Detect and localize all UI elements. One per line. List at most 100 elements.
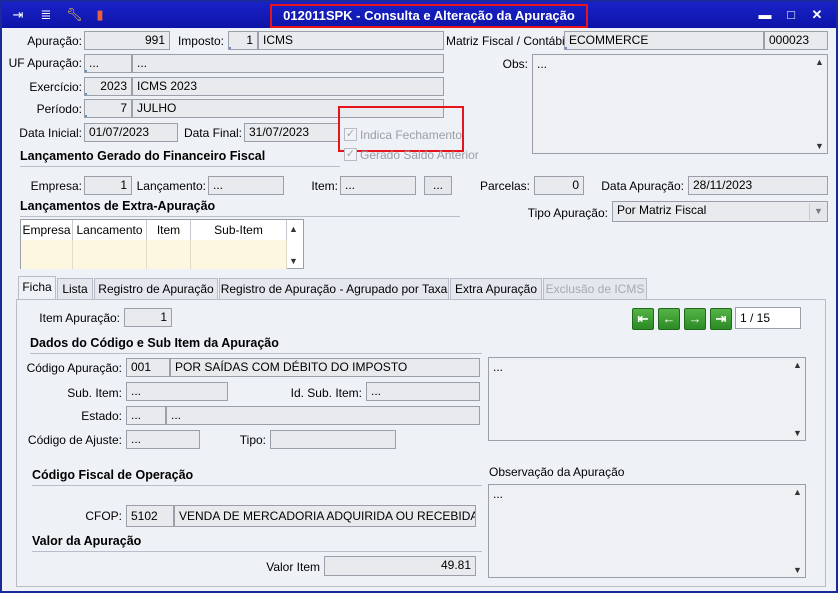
valor-section-title: Valor da Apuração: [32, 534, 142, 548]
uf-code-field[interactable]: ...: [84, 54, 132, 73]
codigo-ajuste-label: Código de Ajuste:: [27, 433, 122, 447]
periodo-code-field[interactable]: 7: [84, 99, 132, 118]
uf-label: UF Apuração:: [8, 56, 82, 70]
item-label: Item:: [311, 179, 338, 193]
lancamento-field[interactable]: ...: [208, 176, 284, 195]
tipo-apuracao-select[interactable]: Por Matriz Fiscal ▼: [612, 201, 828, 222]
data-inicial-label: Data Inicial:: [19, 126, 82, 140]
matriz-name-field[interactable]: ECOMMERCE: [564, 31, 764, 50]
last-record-icon[interactable]: ⇥: [710, 308, 732, 330]
title-bar: ⇥ ≣ 🔧︎ ▮ 012011SPK - Consulta e Alteraçã…: [2, 2, 836, 28]
cfop-desc-field[interactable]: VENDA DE MERCADORIA ADQUIRIDA OU RECEBID…: [174, 505, 476, 527]
estado-code-field[interactable]: ...: [126, 406, 166, 425]
grid-header-subitem[interactable]: Sub-Item: [191, 220, 287, 240]
estado-name-field[interactable]: ...: [166, 406, 480, 425]
id-sub-item-field[interactable]: ...: [366, 382, 480, 401]
window-title: 012011SPK - Consulta e Alteração da Apur…: [270, 4, 588, 28]
estado-label: Estado:: [81, 409, 122, 423]
gerado-saldo-checkbox[interactable]: ✓: [344, 148, 357, 161]
data-final-label: Data Final:: [183, 126, 242, 140]
extra-grid[interactable]: Empresa Lancamento Item Sub-Item ▲ ▼: [20, 219, 304, 269]
next-record-icon[interactable]: →: [684, 308, 706, 330]
sub-item-label: Sub. Item:: [67, 386, 122, 400]
tab-extra-apuracao[interactable]: Extra Apuração: [450, 278, 542, 300]
codigo-apuracao-field[interactable]: 001: [126, 358, 170, 377]
codigo-desc-field[interactable]: POR SAÍDAS COM DÉBITO DO IMPOSTO: [170, 358, 480, 377]
close-button[interactable]: ✕: [808, 7, 826, 23]
obs-scrollbar[interactable]: ▲ ▼: [813, 55, 827, 153]
empresa-label: Empresa:: [30, 179, 82, 193]
main-window: ⇥ ≣ 🔧︎ ▮ 012011SPK - Consulta e Alteraçã…: [0, 0, 838, 593]
previous-record-icon[interactable]: ←: [658, 308, 680, 330]
data-final-field[interactable]: 31/07/2023: [244, 123, 340, 142]
cfop-code-field[interactable]: 5102: [126, 505, 174, 527]
tab-lista[interactable]: Lista: [57, 278, 93, 300]
first-record-icon[interactable]: ⇤: [632, 308, 654, 330]
parcelas-label: Parcelas:: [479, 179, 530, 193]
imposto-code-field[interactable]: 1: [228, 31, 258, 50]
valor-item-field[interactable]: 49.81: [324, 556, 476, 576]
matriz-code-field[interactable]: 000023: [764, 31, 828, 50]
grid-cell[interactable]: [21, 240, 73, 269]
indica-fechamento-checkbox[interactable]: ✓: [344, 128, 357, 141]
apuracao-label: Apuração:: [27, 34, 82, 48]
grid-cell[interactable]: [191, 240, 287, 269]
tipo-field[interactable]: [270, 430, 396, 449]
obs-label: Obs:: [502, 57, 528, 71]
exercicio-label: Exercício:: [29, 80, 82, 94]
periodo-label: Período:: [36, 102, 82, 116]
apuracao-field[interactable]: 991: [84, 31, 170, 50]
maximize-button[interactable]: □: [782, 7, 800, 23]
uf-name-field[interactable]: ...: [132, 54, 444, 73]
obs-apuracao-scrollbar[interactable]: ▲ ▼: [791, 485, 805, 577]
codigo-apuracao-label: Código Apuração:: [26, 361, 122, 375]
tab-registro-agrupado[interactable]: Registro de Apuração - Agrupado por Taxa: [219, 278, 449, 300]
chevron-down-icon[interactable]: ▼: [809, 203, 827, 220]
grid-header-lancamento[interactable]: Lancamento: [73, 220, 147, 240]
divider: [30, 353, 482, 354]
grid-cell[interactable]: [147, 240, 191, 269]
matriz-label: Matriz Fiscal / Contábil:: [446, 34, 571, 48]
empresa-field[interactable]: 1: [84, 176, 132, 195]
minimize-button[interactable]: ▬: [756, 7, 774, 23]
item-apuracao-field[interactable]: 1: [124, 308, 172, 327]
tipo-apuracao-label: Tipo Apuração:: [527, 206, 608, 220]
wrench-icon[interactable]: 🔧︎: [66, 7, 83, 23]
obs-memo[interactable]: ... ▲ ▼: [532, 54, 828, 154]
grid-header-empresa[interactable]: Empresa: [21, 220, 73, 240]
tipo-apuracao-value: Por Matriz Fiscal: [617, 203, 707, 217]
data-apuracao-field[interactable]: 28/11/2023: [688, 176, 828, 195]
imposto-name-field[interactable]: ICMS: [258, 31, 444, 50]
data-apuracao-label: Data Apuração:: [601, 179, 684, 193]
book-icon[interactable]: ▮: [92, 7, 108, 23]
dados-memo-scrollbar[interactable]: ▲ ▼: [791, 358, 805, 440]
exercicio-code-field[interactable]: 2023: [84, 77, 132, 96]
lookup-button[interactable]: ...: [424, 176, 452, 195]
sub-item-field[interactable]: ...: [126, 382, 228, 401]
page-indicator[interactable]: 1 / 15: [735, 307, 801, 329]
extra-section-title: Lançamentos de Extra-Apuração: [20, 199, 216, 213]
exercicio-name-field[interactable]: ICMS 2023: [132, 77, 444, 96]
tab-ficha[interactable]: Ficha: [18, 276, 56, 299]
data-inicial-field[interactable]: 01/07/2023: [84, 123, 178, 142]
grid-cell[interactable]: [73, 240, 147, 269]
cfop-section-title: Código Fiscal de Operação: [32, 468, 194, 482]
dados-memo[interactable]: ... ▲ ▼: [488, 357, 806, 441]
dados-section-title: Dados do Código e Sub Item da Apuração: [30, 336, 279, 350]
parcelas-field[interactable]: 0: [534, 176, 584, 195]
codigo-ajuste-field[interactable]: ...: [126, 430, 200, 449]
divider: [32, 551, 482, 552]
cfop-label: CFOP:: [85, 509, 122, 523]
exit-icon[interactable]: ⇥: [10, 7, 26, 23]
dados-memo-value: ...: [493, 360, 504, 374]
grid-scrollbar[interactable]: ▲ ▼: [287, 220, 303, 268]
gerado-saldo-label: Gerado Saldo Anterior: [360, 148, 479, 162]
item-field[interactable]: ...: [340, 176, 416, 195]
divider: [20, 216, 460, 217]
tab-registro-apuracao[interactable]: Registro de Apuração: [94, 278, 218, 300]
tipo-label: Tipo:: [239, 433, 266, 447]
financeiro-section-title: Lançamento Gerado do Financeiro Fiscal: [20, 149, 266, 163]
obs-apuracao-memo[interactable]: ... ▲ ▼: [488, 484, 806, 578]
list-icon[interactable]: ≣: [38, 7, 54, 23]
grid-header-item[interactable]: Item: [147, 220, 191, 240]
